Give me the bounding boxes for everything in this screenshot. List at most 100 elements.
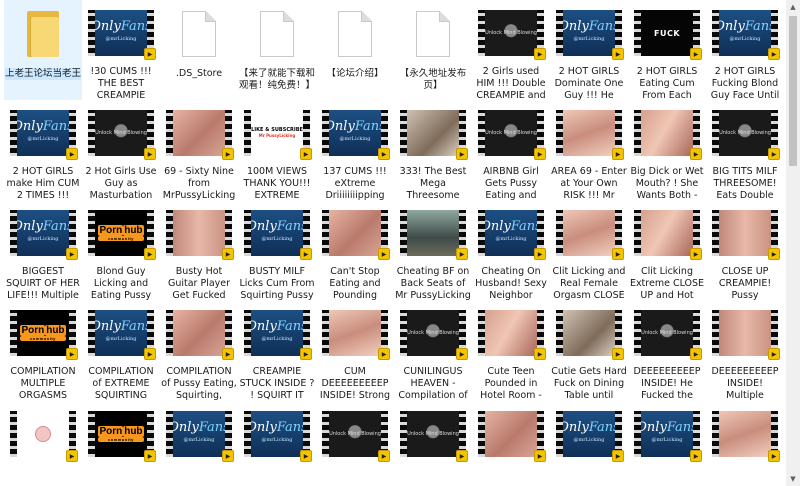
file-name: Can't Stop Eating and Pounding Perfect P… (329, 266, 381, 300)
player-badge-icon: ▶ (144, 450, 156, 462)
file-item[interactable]: Unlock Mind Blowing ▶ DEEEEEEEEEP INSIDE! … (628, 300, 706, 400)
player-badge-icon: ▶ (378, 450, 390, 462)
file-item[interactable]: Unlock Mind Blowing ▶ (316, 400, 394, 486)
file-item[interactable]: OnlyFans @mrLicking ▶ BIGGEST SQUIRT OF HER… (4, 200, 82, 300)
file-item[interactable]: 【论坛介绍】 (316, 0, 394, 100)
film-perforation (244, 411, 251, 457)
file-item[interactable]: OnlyFans @mrLicking ▶ Cheating On Husband! … (472, 200, 550, 300)
film-perforation (712, 210, 719, 256)
scroll-down-arrow-icon[interactable]: ▼ (786, 472, 800, 486)
file-name: CUM DEEEEEEEEEP INSIDE! Strong Shaking O… (319, 366, 391, 400)
thumb-text: OnlyFans @mrLicking (173, 421, 225, 446)
file-thumbnail: OnlyFans @mrLicking ▶ (244, 410, 312, 462)
player-badge-icon: ▶ (144, 348, 156, 360)
film-perforation (712, 110, 719, 156)
video-frame: OnlyFans @mrLicking (563, 10, 615, 56)
file-item[interactable]: ▶ COMPILATION of Pussy Eating, Squirting,… (160, 300, 238, 400)
file-row: OnlyFans@mrLicking▶2 HOT GIRLS make Him … (0, 100, 786, 200)
file-item[interactable]: Porn hub community ▶ (82, 400, 160, 486)
file-item[interactable]: Unlock Mind Blowing ▶ 2 Hot Girls Use Guy … (82, 100, 160, 200)
file-item[interactable]: ▶ Cheating BF on Back Seats of Mr PussyLi… (394, 200, 472, 300)
player-badge-icon: ▶ (144, 48, 156, 60)
file-item[interactable]: Porn hub community ▶ COMPILATION MULTIPLE OR… (4, 300, 82, 400)
film-perforation (166, 110, 173, 156)
video-frame (563, 310, 615, 356)
thumb-text-sub: @mrLicking (261, 437, 293, 443)
player-badge-icon: ▶ (222, 348, 234, 360)
file-item[interactable]: 【来了就能下载和观看！纯免费！】 (238, 0, 316, 100)
video-frame: Porn hub community (95, 411, 147, 457)
vertical-scrollbar[interactable]: ▲ ▼ (786, 0, 800, 486)
file-thumbnail: Unlock Mind Blowing ▶ (478, 110, 546, 160)
file-row: OnlyFans@mrLicking▶BIGGEST SQUIRT OF HER… (0, 200, 786, 300)
file-thumbnail: Porn hub community ▶ (88, 410, 156, 462)
file-item[interactable]: ▶ 69 - Sixty Nine from MrPussyLicking [ph… (160, 100, 238, 200)
document-icon (182, 11, 216, 57)
file-name: 2 Girls used HIM !!! Double CREAMPIE and… (476, 66, 546, 100)
thumb-text-main: Only (251, 219, 277, 234)
file-item[interactable]: OnlyFans @mrLicking ▶ (550, 400, 628, 486)
file-item[interactable]: Porn hub community ▶ Blond Guy Licking and E… (82, 200, 160, 300)
thumb-text-sub: @mrLicking (261, 336, 293, 342)
scroll-up-arrow-icon[interactable]: ▲ (786, 0, 800, 14)
file-item[interactable]: .DS_Store (160, 0, 238, 100)
film-perforation (634, 10, 641, 56)
file-item[interactable]: OnlyFans @mrLicking ▶ (160, 400, 238, 486)
file-item[interactable]: ▶ Can't Stop Eating and Pounding Perfect … (316, 200, 394, 300)
file-item[interactable]: ▶ (4, 400, 82, 486)
file-item[interactable]: ▶ AREA 69 - Enter at Your Own RISK !!! Mr… (550, 100, 628, 200)
thumb-text-main: Only (17, 119, 43, 134)
file-item[interactable]: OnlyFans @mrLicking ▶ BUSTY MILF Licks Cum … (238, 200, 316, 300)
file-item[interactable]: ▶ Clit Licking Extreme CLOSE UP and Hot R… (628, 200, 706, 300)
file-item[interactable]: ▶ Busty Hot Guitar Player Get Fucked DEEE… (160, 200, 238, 300)
file-item[interactable]: OnlyFans @mrLicking ▶ 137 CUMS !!! eXtreme … (316, 100, 394, 200)
file-item[interactable]: FUCK ▶ 2 HOT GIRLS Eating Cum From Each Ot… (628, 0, 706, 100)
video-frame (563, 110, 615, 156)
film-perforation (88, 110, 95, 156)
scrollbar-thumb[interactable] (789, 16, 797, 166)
file-item[interactable]: 【永久地址发布页】 (394, 0, 472, 100)
file-item[interactable]: Unlock Mind Blowing ▶ CUNILINGUS HEAVEN - … (394, 300, 472, 400)
video-frame (17, 411, 69, 457)
file-item[interactable]: OnlyFans @mrLicking ▶ !30 CUMS !!! THE BEST… (82, 0, 160, 100)
video-frame (173, 310, 225, 356)
file-thumbnail: ▶ (712, 210, 780, 260)
file-item[interactable]: ▶ Big Dick or Wet Mouth? ! She Wants Both… (628, 100, 706, 200)
file-item[interactable]: OnlyFans @mrLicking ▶ 2 HOT GIRLS Fucking B… (706, 0, 784, 100)
thumb-text: OnlyFans @mrLicking (563, 421, 615, 446)
file-row: Porn hub community ▶ COMPILATION MULTIPLE OR… (0, 300, 786, 400)
file-item[interactable]: ▶ Clit Licking and Real Female Orgasm CLO… (550, 200, 628, 300)
film-perforation (10, 310, 17, 356)
file-thumbnail: ▶ (634, 210, 702, 260)
file-item[interactable]: ▶ 333! The Best Mega Threesome Compilatio… (394, 100, 472, 200)
film-perforation (244, 310, 251, 356)
thumb-text: Porn hub community (98, 426, 144, 442)
file-item[interactable]: ▶ CUM DEEEEEEEEEP INSIDE! Strong Shaking … (316, 300, 394, 400)
file-thumbnail: OnlyFans @mrLicking ▶ (244, 210, 312, 260)
file-item[interactable]: Unlock Mind Blowing ▶ 2 Girls used HIM !!!… (472, 0, 550, 100)
file-item[interactable]: ▶ Cute Teen Pounded in Hotel Room - INCRE… (472, 300, 550, 400)
file-name: AIRBNB Girl Gets Pussy Eating and Fuckin… (483, 166, 539, 200)
file-item[interactable]: ▶ (472, 400, 550, 486)
file-item[interactable]: ▶ Cutie Gets Hard Fuck on Dining Table un… (550, 300, 628, 400)
file-item[interactable]: OnlyFans @mrLicking ▶ (238, 400, 316, 486)
film-perforation (10, 411, 17, 457)
thumb-text-accent: Fans (744, 19, 771, 34)
file-item[interactable]: ▶ DEEEEEEEEEP INSIDE! Multiple Creampie t… (706, 300, 784, 400)
file-item[interactable]: OnlyFans @mrLicking ▶ CREAMPIE STUCK INSIDE… (238, 300, 316, 400)
file-item[interactable]: 上老王论坛当老王 (4, 0, 82, 100)
file-item[interactable]: OnlyFans @mrLicking ▶ 2 HOT GIRLS Dominate … (550, 0, 628, 100)
file-item[interactable]: OnlyFans @mrLicking ▶ (628, 400, 706, 486)
file-item[interactable]: OnlyFans @mrLicking ▶ COMPILATION of EXTREM… (82, 300, 160, 400)
file-thumbnail: ▶ (634, 110, 702, 160)
video-frame: OnlyFans @mrLicking (563, 411, 615, 457)
thumb-text: Porn hub community (98, 225, 144, 241)
file-item[interactable]: ▶ (706, 400, 784, 486)
file-item[interactable]: ▶ CLOSE UP CREAMPIE! Pussy Treatment by..… (706, 200, 784, 300)
file-item[interactable]: OnlyFans @mrLicking ▶ 2 HOT GIRLS make Him … (4, 100, 82, 200)
file-item[interactable]: LIKE & SUBSCRIBE Mr PussyLicking ▶ 100M VIE… (238, 100, 316, 200)
file-item[interactable]: Unlock Mind Blowing ▶ (394, 400, 472, 486)
file-item[interactable]: Unlock Mind Blowing ▶ AIRBNB Girl Gets Pus… (472, 100, 550, 200)
file-thumbnail (322, 10, 388, 58)
file-item[interactable]: Unlock Mind Blowing ▶ BIG TITS MILF THREES… (706, 100, 784, 200)
